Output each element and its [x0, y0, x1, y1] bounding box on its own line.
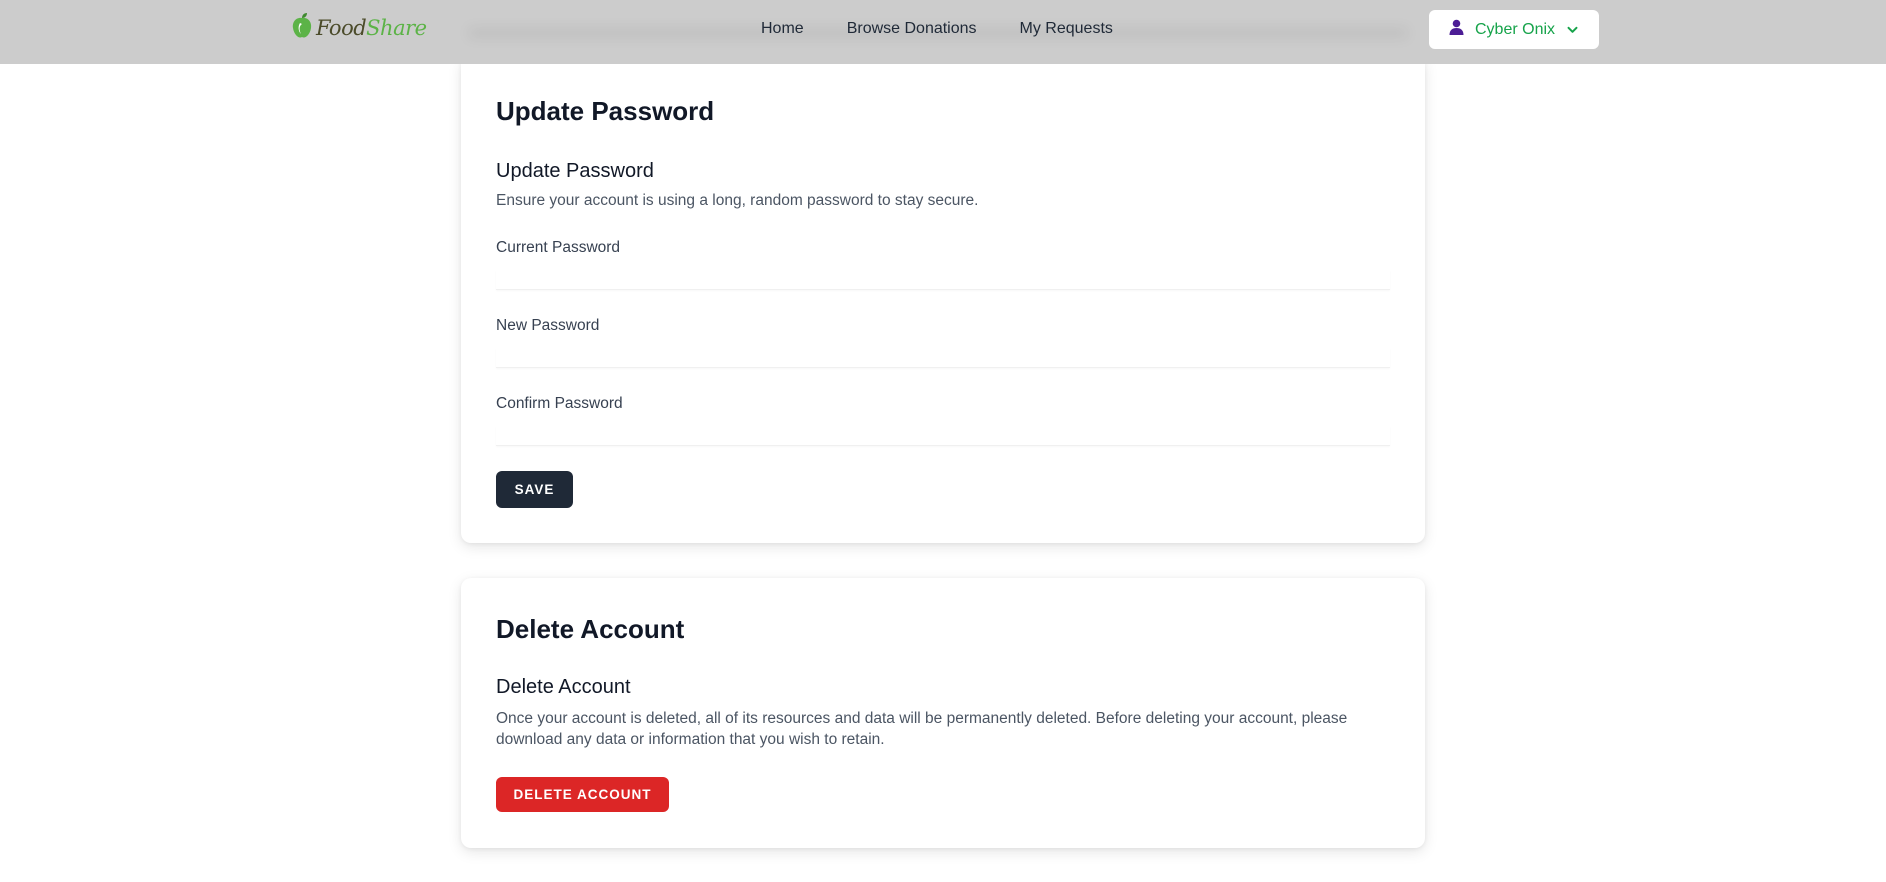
apple-leaf-icon: [289, 12, 315, 45]
current-password-label: Current Password: [496, 239, 621, 256]
foodshare-logo[interactable]: FoodShare: [289, 12, 427, 45]
delete-account-section-title: Delete Account: [496, 676, 631, 698]
update-password-card: Update Password Update Password Ensure y…: [461, 60, 1425, 543]
user-icon: [1449, 19, 1475, 40]
confirm-password-label: Confirm Password: [496, 395, 623, 412]
update-password-description: Ensure your account is using a long, ran…: [496, 192, 979, 209]
update-password-section-title: Update Password: [496, 160, 654, 182]
user-name: Cyber Onix: [1475, 20, 1556, 38]
nav-link-my-requests[interactable]: My Requests: [1020, 20, 1113, 38]
current-password-input[interactable]: [496, 270, 1390, 290]
new-password-input[interactable]: [496, 348, 1390, 368]
delete-account-button[interactable]: DELETE ACCOUNT: [496, 777, 669, 812]
confirm-password-input[interactable]: [496, 426, 1390, 446]
top-navbar: FoodShare Home Browse Donations My Reque…: [0, 0, 1886, 64]
save-button[interactable]: SAVE: [496, 471, 573, 508]
delete-account-description: Once your account is deleted, all of its…: [496, 710, 1348, 748]
nav-links: Home Browse Donations My Requests: [761, 0, 1156, 58]
nav-link-browse-donations[interactable]: Browse Donations: [847, 20, 977, 38]
nav-link-home[interactable]: Home: [761, 20, 804, 38]
delete-account-heading: Delete Account: [496, 614, 685, 644]
update-password-heading: Update Password: [496, 96, 715, 126]
logo-text-share: Share: [366, 15, 427, 40]
logo-text: FoodShare: [316, 15, 427, 40]
new-password-label: New Password: [496, 317, 600, 334]
chevron-down-icon: [1555, 21, 1578, 39]
user-menu-button[interactable]: Cyber Onix: [1429, 10, 1599, 49]
logo-text-food: Food: [316, 15, 367, 40]
delete-account-card: Delete Account Delete Account Once your …: [461, 578, 1425, 848]
